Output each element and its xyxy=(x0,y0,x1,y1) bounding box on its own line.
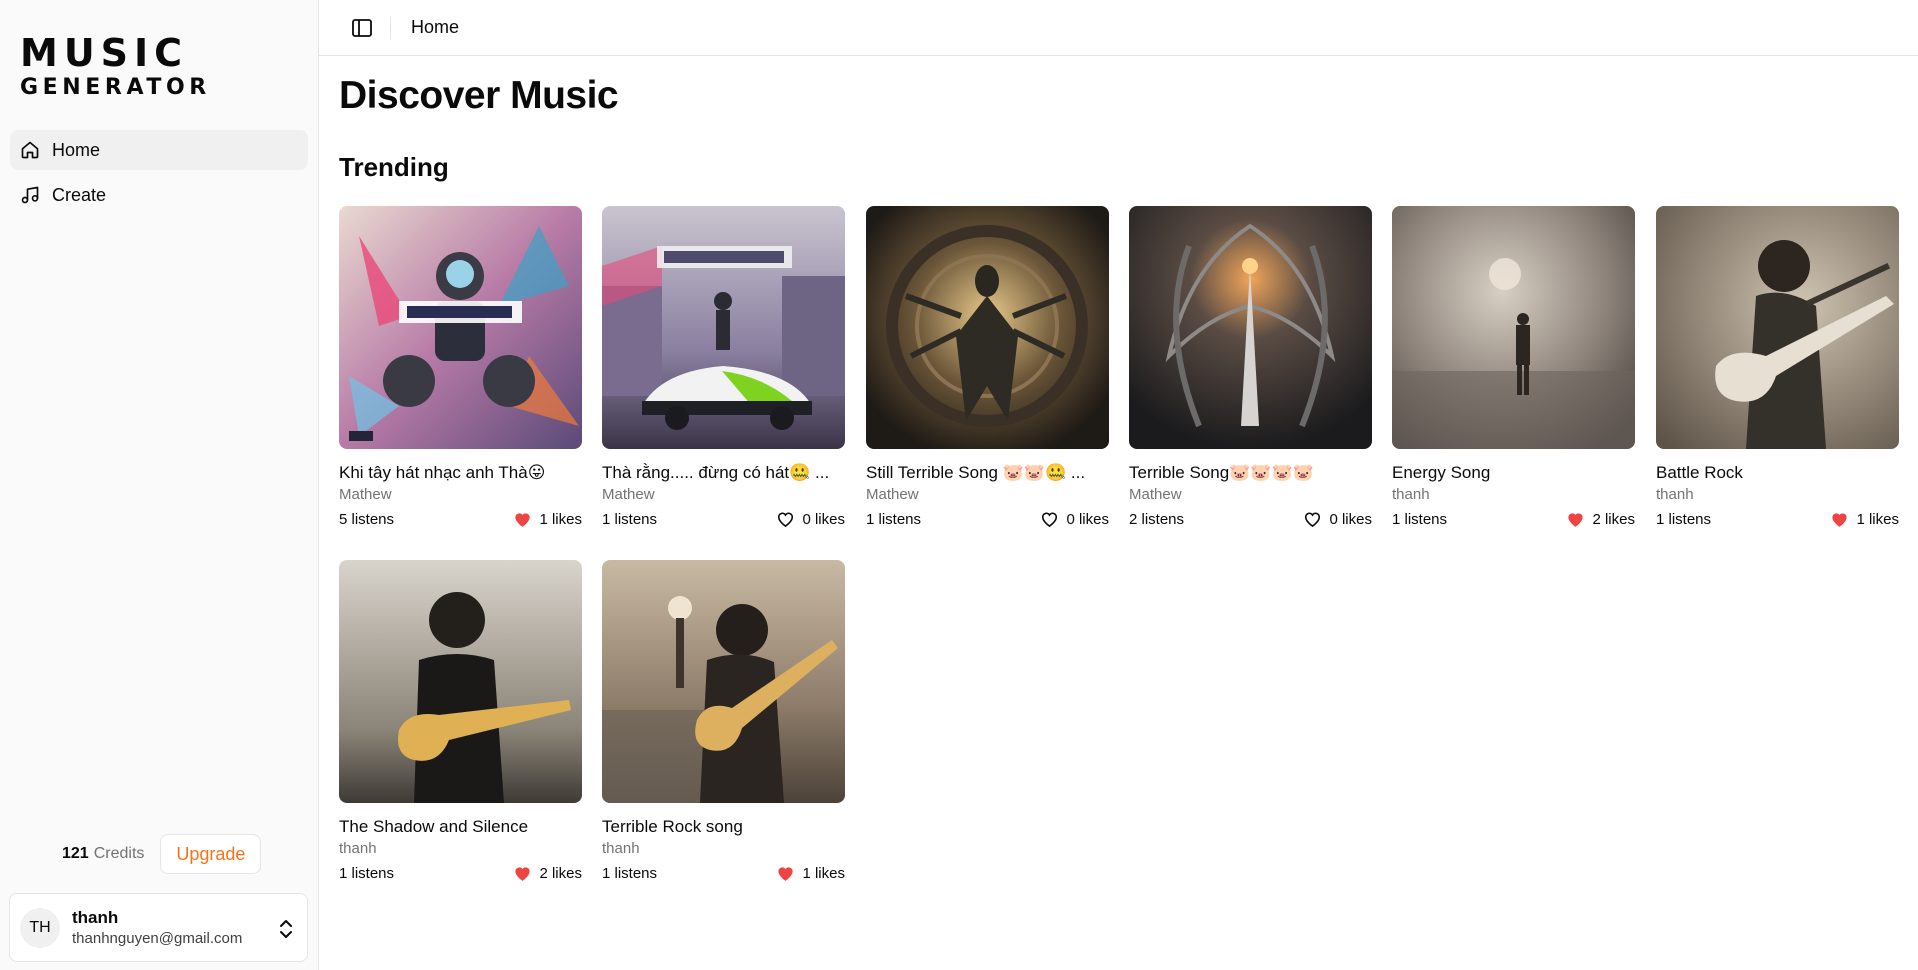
song-title[interactable]: Thà rằng..... đừng có hát🤐 ... xyxy=(602,462,845,484)
user-name: thanh xyxy=(72,907,119,927)
like-count: 0 likes xyxy=(1066,510,1109,528)
listen-count: 1 listens xyxy=(602,510,658,528)
like-button[interactable]: 2 likes xyxy=(513,864,582,882)
listen-count: 2 listens xyxy=(1129,510,1185,528)
listen-count: 1 listens xyxy=(866,510,922,528)
listen-count: 1 listens xyxy=(339,864,395,882)
listen-count: 5 listens xyxy=(339,510,395,528)
like-count: 1 likes xyxy=(802,864,845,882)
like-button[interactable]: 1 likes xyxy=(1830,510,1899,528)
heart-filled-icon xyxy=(778,867,794,881)
cover-art xyxy=(602,560,845,803)
like-button[interactable]: 0 likes xyxy=(1303,510,1372,528)
heart-outline-icon xyxy=(778,512,794,528)
heart-filled-icon xyxy=(1568,513,1584,527)
song-artist: Mathew xyxy=(339,486,392,503)
like-count: 2 likes xyxy=(1592,510,1635,528)
sidebar-toggle-icon[interactable] xyxy=(350,16,374,40)
song-cover[interactable] xyxy=(602,560,845,803)
user-email: thanhnguyen@gmail.com xyxy=(72,929,243,947)
like-count: 1 likes xyxy=(1856,510,1899,528)
song-artist: Mathew xyxy=(1129,486,1182,503)
like-count: 1 likes xyxy=(539,510,582,528)
song-card[interactable]: Terrible Rock song thanh 1 listens 1 lik… xyxy=(602,560,845,882)
sidebar-item-create[interactable]: Create xyxy=(10,175,308,215)
cover-art xyxy=(602,206,845,449)
like-count: 2 likes xyxy=(539,864,582,882)
chevrons-up-down-icon xyxy=(280,920,292,938)
song-cover[interactable] xyxy=(866,206,1109,449)
heart-filled-icon xyxy=(1832,513,1848,527)
home-icon xyxy=(21,141,39,159)
song-cover[interactable] xyxy=(339,560,582,803)
like-count: 0 likes xyxy=(802,510,845,528)
song-cover[interactable] xyxy=(602,206,845,449)
song-card[interactable]: The Shadow and Silence thanh 1 listens 2… xyxy=(339,560,582,882)
like-button[interactable]: 0 likes xyxy=(776,510,845,528)
cover-art xyxy=(1129,206,1372,449)
top-bar: Home xyxy=(319,0,1918,56)
credits-panel: 121 Credits Upgrade xyxy=(62,834,262,874)
listen-count: 1 listens xyxy=(1656,510,1712,528)
song-artist: thanh xyxy=(1656,486,1694,503)
song-artist: thanh xyxy=(339,840,377,857)
listen-count: 1 listens xyxy=(602,864,658,882)
page-title: Discover Music xyxy=(339,74,619,117)
heart-outline-icon xyxy=(1305,512,1321,528)
sidebar-nav: Home Create xyxy=(10,130,308,220)
logo-line-1: MUSIC xyxy=(20,31,189,75)
like-button[interactable]: 2 likes xyxy=(1566,510,1635,528)
cover-art xyxy=(339,206,582,449)
song-cover[interactable] xyxy=(1656,206,1899,449)
like-button[interactable]: 1 likes xyxy=(776,864,845,882)
like-count: 0 likes xyxy=(1329,510,1372,528)
sidebar-item-label: Home xyxy=(52,139,101,160)
heart-filled-icon xyxy=(515,867,531,881)
credits-label: Credits xyxy=(93,845,145,862)
song-title[interactable]: Energy Song xyxy=(1392,462,1635,484)
song-title[interactable]: Still Terrible Song 🐷🐷🤐 ... xyxy=(866,462,1109,484)
song-title[interactable]: Battle Rock xyxy=(1656,462,1899,484)
like-button[interactable]: 0 likes xyxy=(1040,510,1109,528)
cover-art xyxy=(866,206,1109,449)
cover-art xyxy=(1392,206,1635,449)
song-card[interactable]: Battle Rock thanh 1 listens 1 likes xyxy=(1656,206,1899,528)
breadcrumb[interactable]: Home xyxy=(411,17,459,38)
avatar: TH xyxy=(20,907,60,948)
song-title[interactable]: The Shadow and Silence xyxy=(339,816,582,838)
divider xyxy=(390,16,391,39)
song-artist: Mathew xyxy=(602,486,655,503)
song-card[interactable]: Terrible Song🐷🐷🐷🐷 Mathew 2 listens 0 lik… xyxy=(1129,206,1372,528)
logo-line-2: GENERATOR xyxy=(20,75,211,100)
sidebar-item-label: Create xyxy=(52,184,107,205)
song-title[interactable]: Khi tây hát nhạc anh Thà😛 xyxy=(339,462,582,484)
song-title[interactable]: Terrible Rock song xyxy=(602,816,845,838)
song-card[interactable]: Khi tây hát nhạc anh Thà😛 Mathew 5 liste… xyxy=(339,206,582,528)
sidebar-item-home[interactable]: Home xyxy=(10,130,308,170)
like-button[interactable]: 1 likes xyxy=(513,510,582,528)
app-logo[interactable]: MUSIC GENERATOR xyxy=(20,32,211,102)
song-artist: thanh xyxy=(602,840,640,857)
heart-filled-icon xyxy=(515,513,531,527)
upgrade-button[interactable]: Upgrade xyxy=(160,834,262,874)
music-note-icon xyxy=(21,186,39,204)
song-cover[interactable] xyxy=(339,206,582,449)
listen-count: 1 listens xyxy=(1392,510,1448,528)
song-cover[interactable] xyxy=(1129,206,1372,449)
song-card[interactable]: Still Terrible Song 🐷🐷🤐 ... Mathew 1 lis… xyxy=(866,206,1109,528)
cover-art xyxy=(339,560,582,803)
song-card[interactable]: Thà rằng..... đừng có hát🤐 ... Mathew 1 … xyxy=(602,206,845,528)
heart-outline-icon xyxy=(1042,512,1058,528)
song-artist: thanh xyxy=(1392,486,1430,503)
user-menu[interactable]: TH thanh thanhnguyen@gmail.com xyxy=(9,893,308,962)
song-artist: Mathew xyxy=(866,486,919,503)
credits-count: 121 xyxy=(62,845,89,862)
song-cover[interactable] xyxy=(1392,206,1635,449)
song-card[interactable]: Energy Song thanh 1 listens 2 likes xyxy=(1392,206,1635,528)
sidebar: MUSIC GENERATOR Home Create 121 Credits … xyxy=(0,0,319,970)
cover-art xyxy=(1656,206,1899,449)
song-title[interactable]: Terrible Song🐷🐷🐷🐷 xyxy=(1129,462,1372,484)
section-title-trending: Trending xyxy=(339,152,449,182)
